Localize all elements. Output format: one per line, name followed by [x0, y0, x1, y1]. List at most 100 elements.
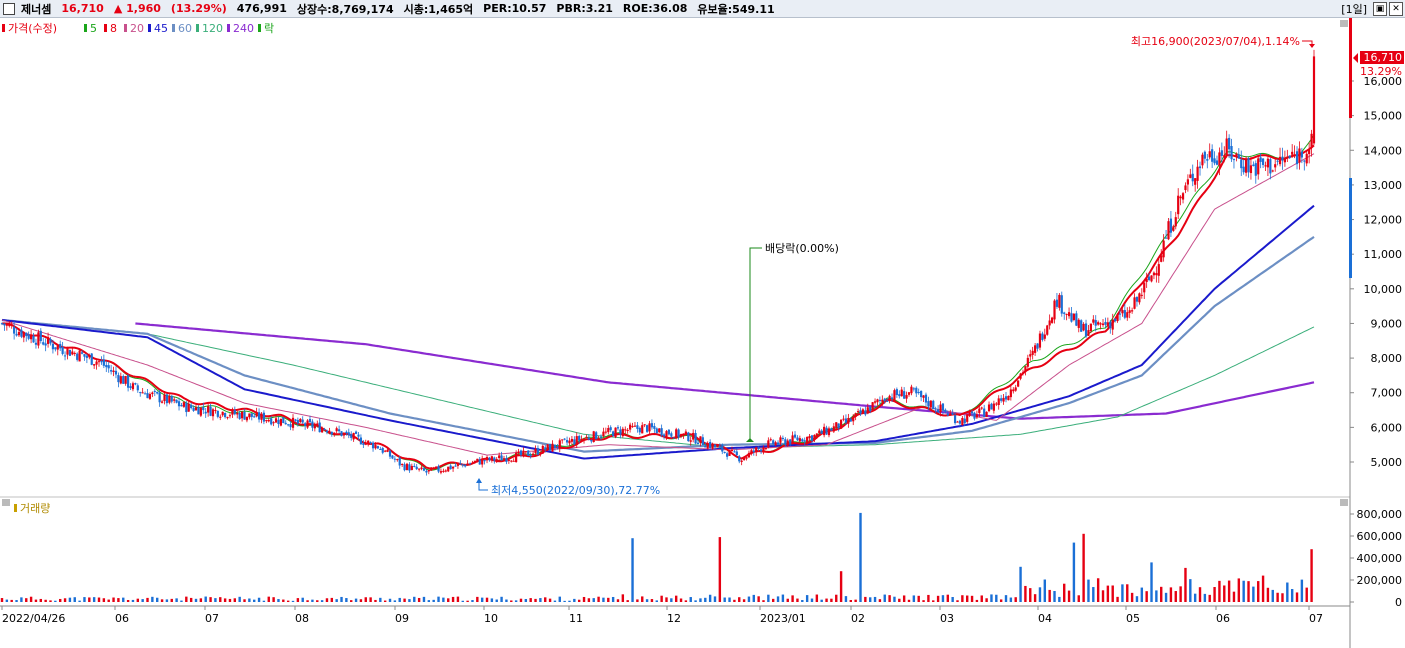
volume-bar [990, 594, 993, 602]
candle-body [1169, 218, 1173, 233]
candle-body [847, 417, 850, 424]
checkbox[interactable] [3, 2, 15, 15]
volume-bar [1058, 596, 1061, 602]
volume-bar [742, 599, 746, 602]
candle-body [1109, 321, 1112, 329]
restore-icon[interactable]: ▣ [1373, 2, 1387, 16]
candle-body [54, 347, 57, 350]
candle-body [835, 422, 838, 428]
candle-body [958, 420, 962, 424]
volume-bar [49, 600, 52, 602]
candle-body [730, 449, 734, 451]
volume-bar [117, 598, 120, 602]
volume-bar [878, 599, 882, 602]
volume-bar [616, 599, 620, 602]
time-tick-label: 07 [1309, 612, 1323, 625]
candle-body [849, 418, 852, 422]
candle-body [713, 444, 717, 448]
high-label: 최고16,900(2023/07/04),1.14% [1131, 35, 1300, 48]
volume-bar [34, 599, 38, 602]
close-icon[interactable]: ✕ [1389, 2, 1403, 16]
time-tick-label: 09 [395, 612, 409, 625]
candle-body [1050, 317, 1054, 323]
candle-body [294, 419, 297, 421]
candle-body [1266, 158, 1270, 168]
candle-body [1186, 179, 1189, 185]
candle-body [701, 437, 704, 445]
candle-body [95, 361, 98, 365]
candle-body [927, 401, 930, 407]
legend-ma45: 45 [154, 22, 168, 35]
candle-body [1150, 275, 1153, 282]
candle-body [1131, 310, 1134, 312]
candle-body [495, 459, 498, 461]
candle-body [665, 431, 668, 438]
candle-body [405, 463, 409, 470]
candle-body [597, 438, 600, 440]
volume-bar [364, 597, 367, 602]
moving-averages [1, 134, 1315, 471]
volume-bar [350, 600, 353, 602]
candle-body [88, 355, 91, 358]
volume-bar [427, 600, 431, 602]
volume-bar [1014, 597, 1017, 602]
volume-bar [815, 594, 819, 602]
candle-body [808, 436, 811, 439]
volume-bar [539, 598, 542, 602]
candle-body [978, 408, 981, 414]
candle-body [398, 457, 401, 466]
candle-body [1249, 165, 1253, 174]
volume-bar [156, 597, 159, 602]
candle-body [1228, 137, 1231, 150]
volume-bar [495, 599, 498, 602]
volume-pane-handle[interactable] [2, 499, 10, 506]
volume-bar [1130, 592, 1134, 602]
candle-body [1082, 323, 1085, 331]
candle-body [22, 332, 25, 338]
candle-body [49, 339, 52, 344]
period-label[interactable]: [1일] [1341, 1, 1367, 17]
volume-bar [146, 597, 149, 602]
volume-bar [810, 598, 814, 602]
volume-bar [553, 600, 557, 602]
volume-bar [1029, 588, 1032, 602]
volume-bar [670, 598, 673, 602]
candle-body [56, 345, 59, 350]
candle-body [1164, 237, 1168, 239]
candle-body [231, 409, 234, 415]
volume-pane-handle-right[interactable] [1340, 499, 1348, 506]
candle-body [689, 440, 692, 442]
reserve-ratio: 유보율:549.11 [697, 2, 775, 16]
candle-body [260, 413, 263, 420]
candle-body [1138, 293, 1141, 303]
candle-body [1308, 148, 1311, 155]
volume-bar [320, 600, 324, 602]
volume-bar [388, 598, 392, 602]
price-pane-handle-right[interactable] [1340, 20, 1348, 27]
candle-body [660, 428, 663, 436]
price-tick-label: 8,000 [1371, 352, 1403, 365]
candle-body [793, 434, 797, 438]
candle-body [534, 448, 537, 454]
volume-bar [1227, 580, 1231, 602]
candle-body [1017, 380, 1020, 387]
candle-body [44, 343, 47, 346]
volume-bar [476, 596, 479, 602]
stock-chart[interactable]: 가격(수정) 5 8 20 45 60 120 240 락 거래량 5,0006… [0, 18, 1405, 648]
volume-bar [645, 599, 649, 602]
candle-body [648, 423, 651, 432]
candle-body [565, 440, 569, 443]
candle-body [1019, 373, 1022, 379]
candle-body [148, 394, 152, 399]
candle-body [585, 436, 588, 438]
candle-body [631, 426, 634, 428]
volume-bar [442, 597, 445, 602]
candle-body [624, 429, 627, 431]
candle-body [117, 374, 120, 383]
candle-body [810, 435, 814, 441]
candle-body [609, 427, 612, 431]
candle-body [1298, 148, 1301, 163]
candle-body [17, 331, 21, 336]
volume-bar [88, 597, 91, 602]
candle-body [177, 401, 181, 407]
